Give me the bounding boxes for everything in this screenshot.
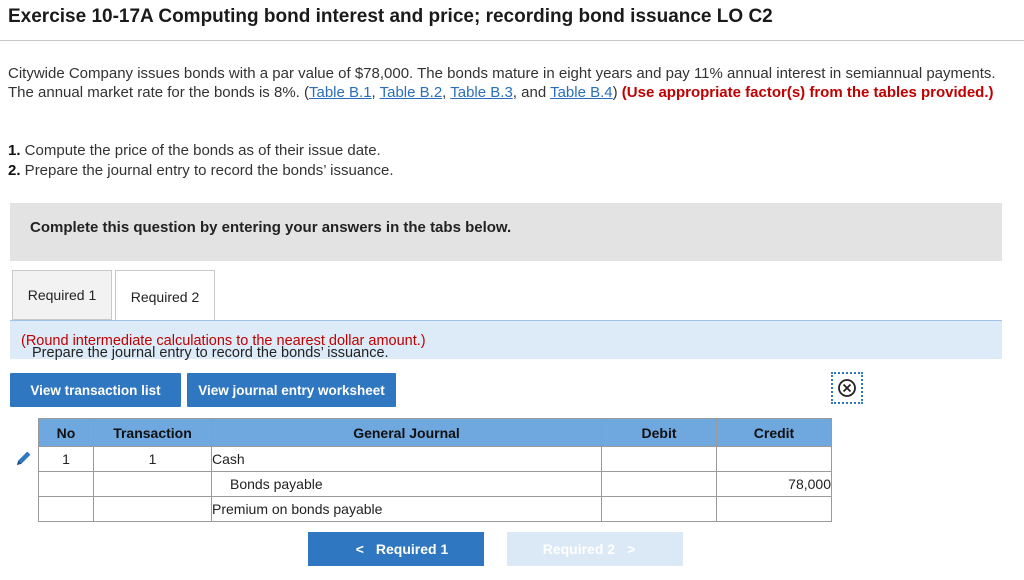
journal-header-row: No Transaction General Journal Debit Cre… xyxy=(38,418,832,447)
account-cell[interactable]: Bonds payable xyxy=(211,471,602,497)
instruction-bar: Prepare the journal entry to record the … xyxy=(10,320,1002,361)
credit-cell[interactable] xyxy=(716,496,832,522)
debit-cell[interactable] xyxy=(601,446,717,472)
separator: , xyxy=(371,84,380,101)
chevron-left-icon: < xyxy=(355,541,364,557)
instruction-text: Prepare the journal entry to record the … xyxy=(21,333,426,361)
account-cell[interactable]: Premium on bonds payable xyxy=(211,496,602,522)
col-no-header: No xyxy=(38,418,94,447)
transaction-number xyxy=(93,471,212,497)
credit-cell[interactable]: 78,000 xyxy=(716,471,832,497)
tab-required-2[interactable]: Required 2 xyxy=(115,270,215,322)
transaction-number: 1 xyxy=(93,446,212,472)
col-transaction-header: Transaction xyxy=(93,418,212,447)
task-text: Prepare the journal entry to record the … xyxy=(20,162,394,179)
view-journal-worksheet-button[interactable]: View journal entry worksheet xyxy=(187,373,396,407)
instruction-main: Prepare the journal entry to record the … xyxy=(32,345,389,361)
table-row: Premium on bonds payable xyxy=(38,496,832,522)
separator: ) xyxy=(612,84,622,101)
debit-cell[interactable] xyxy=(601,471,717,497)
separator: , and xyxy=(512,84,551,101)
entry-number xyxy=(38,496,94,522)
close-button[interactable] xyxy=(831,372,863,404)
debit-cell[interactable] xyxy=(601,496,717,522)
chevron-right-icon: > xyxy=(627,541,636,557)
tab-required-1[interactable]: Required 1 xyxy=(12,270,112,320)
task-list: 1. Compute the price of the bonds as of … xyxy=(8,141,394,181)
next-required-2-button[interactable]: Required 2 > xyxy=(507,532,683,566)
col-general-journal-header: General Journal xyxy=(211,418,602,447)
factor-note: (Use appropriate factor(s) from the tabl… xyxy=(621,84,994,101)
close-icon xyxy=(838,379,856,397)
entry-number: 1 xyxy=(38,446,94,472)
next-button-label: Required 2 xyxy=(542,541,616,557)
task-item: 1. Compute the price of the bonds as of … xyxy=(8,141,394,161)
table-row: Bonds payable 78,000 xyxy=(38,471,832,497)
title-divider xyxy=(0,40,1024,41)
task-number: 1. xyxy=(8,142,21,159)
banner-text: Complete this question by entering your … xyxy=(30,219,512,236)
prev-button-label: Required 1 xyxy=(375,541,449,557)
entry-number xyxy=(38,471,94,497)
page-title: Exercise 10-17A Computing bond interest … xyxy=(8,6,773,27)
task-number: 2. xyxy=(8,162,21,179)
edit-pencil-icon[interactable] xyxy=(14,448,34,468)
table-b1-link[interactable]: Table B.1 xyxy=(309,84,372,101)
table-b3-link[interactable]: Table B.3 xyxy=(450,84,513,101)
table-b4-link[interactable]: Table B.4 xyxy=(550,84,613,101)
task-item: 2. Prepare the journal entry to record t… xyxy=(8,161,394,181)
instructions-banner: Complete this question by entering your … xyxy=(10,203,1002,261)
col-debit-header: Debit xyxy=(601,418,717,447)
credit-cell[interactable] xyxy=(716,446,832,472)
journal-table: No Transaction General Journal Debit Cre… xyxy=(38,418,832,522)
table-row: 1 1 Cash xyxy=(38,446,832,472)
table-b2-link[interactable]: Table B.2 xyxy=(380,84,443,101)
view-transaction-list-button[interactable]: View transaction list xyxy=(10,373,181,407)
problem-statement: Citywide Company issues bonds with a par… xyxy=(8,64,998,102)
account-cell[interactable]: Cash xyxy=(211,446,602,472)
col-credit-header: Credit xyxy=(716,418,832,447)
transaction-number xyxy=(93,496,212,522)
prev-required-1-button[interactable]: < Required 1 xyxy=(308,532,484,566)
task-text: Compute the price of the bonds as of the… xyxy=(20,142,381,159)
